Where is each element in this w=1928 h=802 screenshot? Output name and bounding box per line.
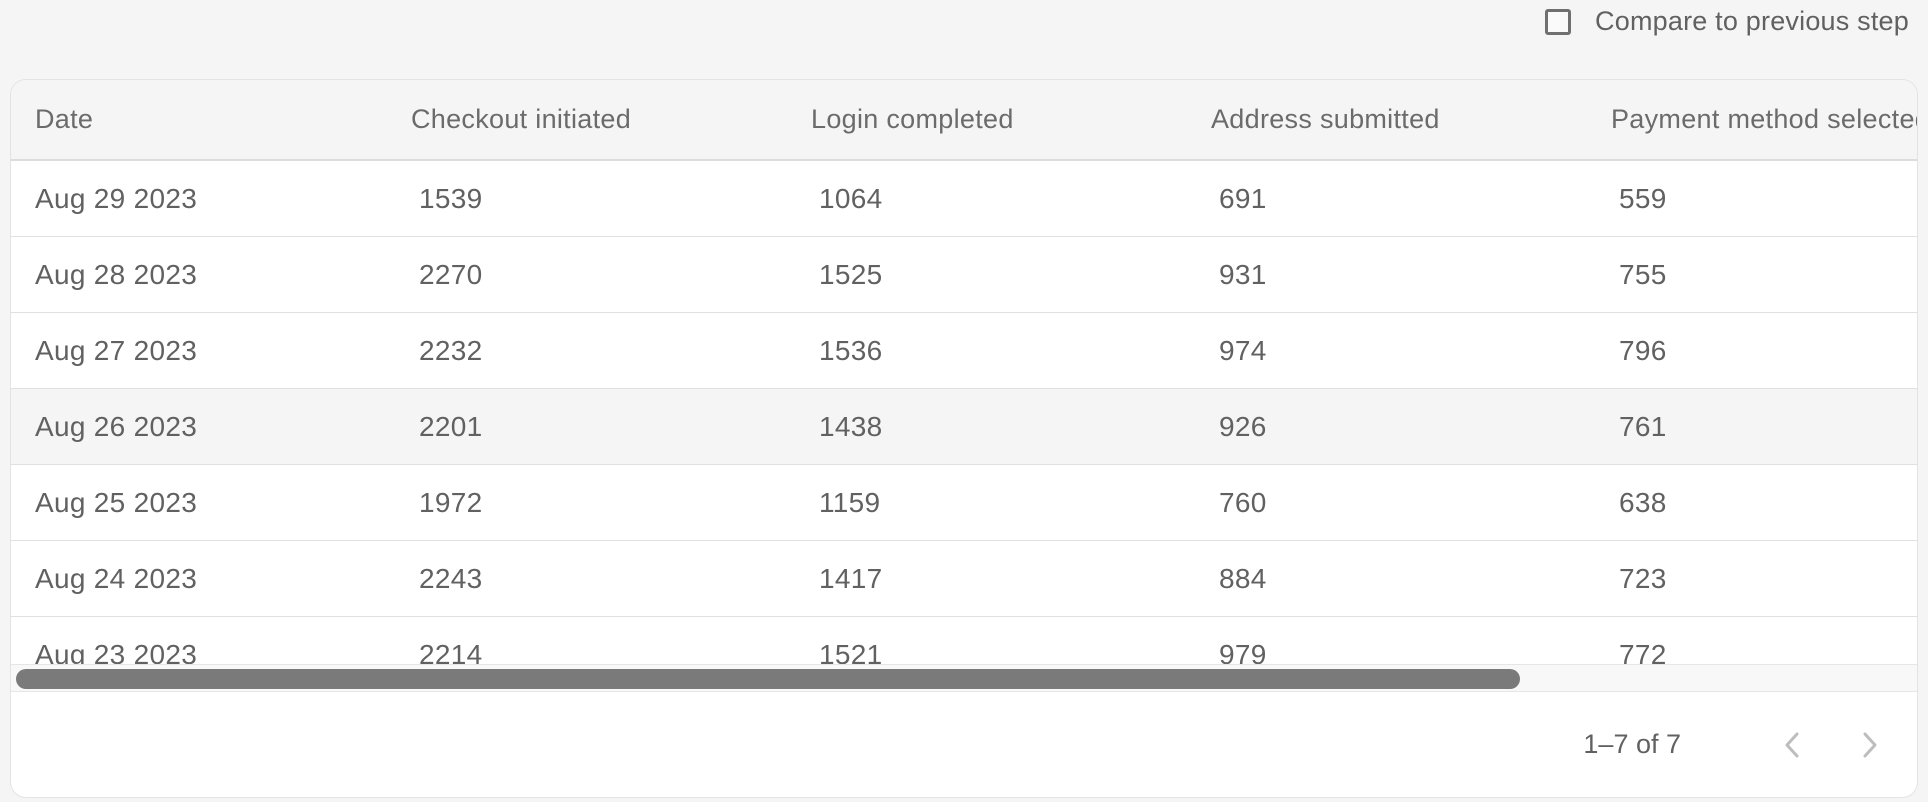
cell-date: Aug 25 2023: [35, 486, 198, 518]
cell-address-submitted: 979: [1219, 638, 1267, 665]
cell-address-submitted: 691: [1219, 182, 1267, 214]
cell-payment-method-selected: 772: [1619, 638, 1667, 665]
cell-payment-method-selected: 796: [1619, 334, 1667, 366]
cell-checkout-initiated: 2214: [419, 638, 483, 665]
cell-address-submitted: 884: [1219, 562, 1267, 594]
cell-date: Aug 28 2023: [35, 258, 198, 290]
column-header-login-completed[interactable]: Login completed: [811, 104, 1211, 135]
cell-payment-method-selected: 723: [1619, 562, 1667, 594]
cell-login-completed: 1525: [819, 258, 883, 290]
cell-date: Aug 23 2023: [35, 638, 198, 665]
chevron-right-icon: [1860, 731, 1880, 759]
data-table-card: Date Checkout initiated Login completed …: [10, 79, 1918, 798]
cell-login-completed: 1536: [819, 334, 883, 366]
cell-address-submitted: 760: [1219, 486, 1267, 518]
cell-checkout-initiated: 1972: [419, 486, 483, 518]
table-footer: 1–7 of 7: [11, 692, 1917, 797]
compare-checkbox[interactable]: [1545, 8, 1572, 35]
cell-checkout-initiated: 2243: [419, 562, 483, 594]
cell-checkout-initiated: 2201: [419, 410, 483, 442]
table-row[interactable]: Aug 27 2023 2232 1536 974 796: [11, 313, 1917, 389]
compare-label: Compare to previous step: [1595, 6, 1909, 36]
table-row[interactable]: Aug 23 2023 2214 1521 979 772: [11, 617, 1917, 665]
cell-checkout-initiated: 2232: [419, 334, 483, 366]
table-row[interactable]: Aug 29 2023 1539 1064 691 559: [11, 161, 1917, 237]
table-row[interactable]: Aug 25 2023 1972 1159 760 638: [11, 465, 1917, 541]
cell-login-completed: 1521: [819, 638, 883, 665]
chevron-left-icon: [1782, 731, 1802, 759]
column-header-checkout-initiated[interactable]: Checkout initiated: [411, 104, 811, 135]
cell-login-completed: 1417: [819, 562, 883, 594]
table-row-hovered[interactable]: Aug 26 2023 2201 1438 926 761: [11, 389, 1917, 465]
cell-payment-method-selected: 638: [1619, 486, 1667, 518]
cell-address-submitted: 926: [1219, 410, 1267, 442]
cell-payment-method-selected: 559: [1619, 182, 1667, 214]
cell-date: Aug 24 2023: [35, 562, 198, 594]
cell-payment-method-selected: 761: [1619, 410, 1667, 442]
table-viewport: Date Checkout initiated Login completed …: [11, 80, 1917, 664]
cell-login-completed: 1438: [819, 410, 883, 442]
scrollbar-thumb[interactable]: [16, 669, 1520, 689]
column-header-date[interactable]: Date: [11, 104, 411, 135]
pagination-label: 1–7 of 7: [1583, 729, 1681, 759]
column-header-address-submitted[interactable]: Address submitted: [1211, 104, 1611, 135]
column-header-payment-method-selected[interactable]: Payment method selected: [1611, 104, 1917, 135]
cell-payment-method-selected: 755: [1619, 258, 1667, 290]
horizontal-scrollbar[interactable]: [11, 664, 1917, 692]
data-table: Date Checkout initiated Login completed …: [11, 80, 1917, 664]
previous-page-button[interactable]: [1773, 726, 1811, 764]
cell-address-submitted: 974: [1219, 334, 1267, 366]
cell-address-submitted: 931: [1219, 258, 1267, 290]
next-page-button[interactable]: [1851, 726, 1889, 764]
cell-checkout-initiated: 2270: [419, 258, 483, 290]
table-header-row: Date Checkout initiated Login completed …: [11, 80, 1917, 161]
compare-toggle[interactable]: Compare to previous step: [1545, 6, 1909, 37]
cell-date: Aug 26 2023: [35, 410, 198, 442]
cell-checkout-initiated: 1539: [419, 182, 483, 214]
cell-login-completed: 1159: [819, 486, 881, 518]
cell-date: Aug 29 2023: [35, 182, 198, 214]
table-row[interactable]: Aug 24 2023 2243 1417 884 723: [11, 541, 1917, 617]
cell-login-completed: 1064: [819, 182, 883, 214]
cell-date: Aug 27 2023: [35, 334, 198, 366]
table-row[interactable]: Aug 28 2023 2270 1525 931 755: [11, 237, 1917, 313]
